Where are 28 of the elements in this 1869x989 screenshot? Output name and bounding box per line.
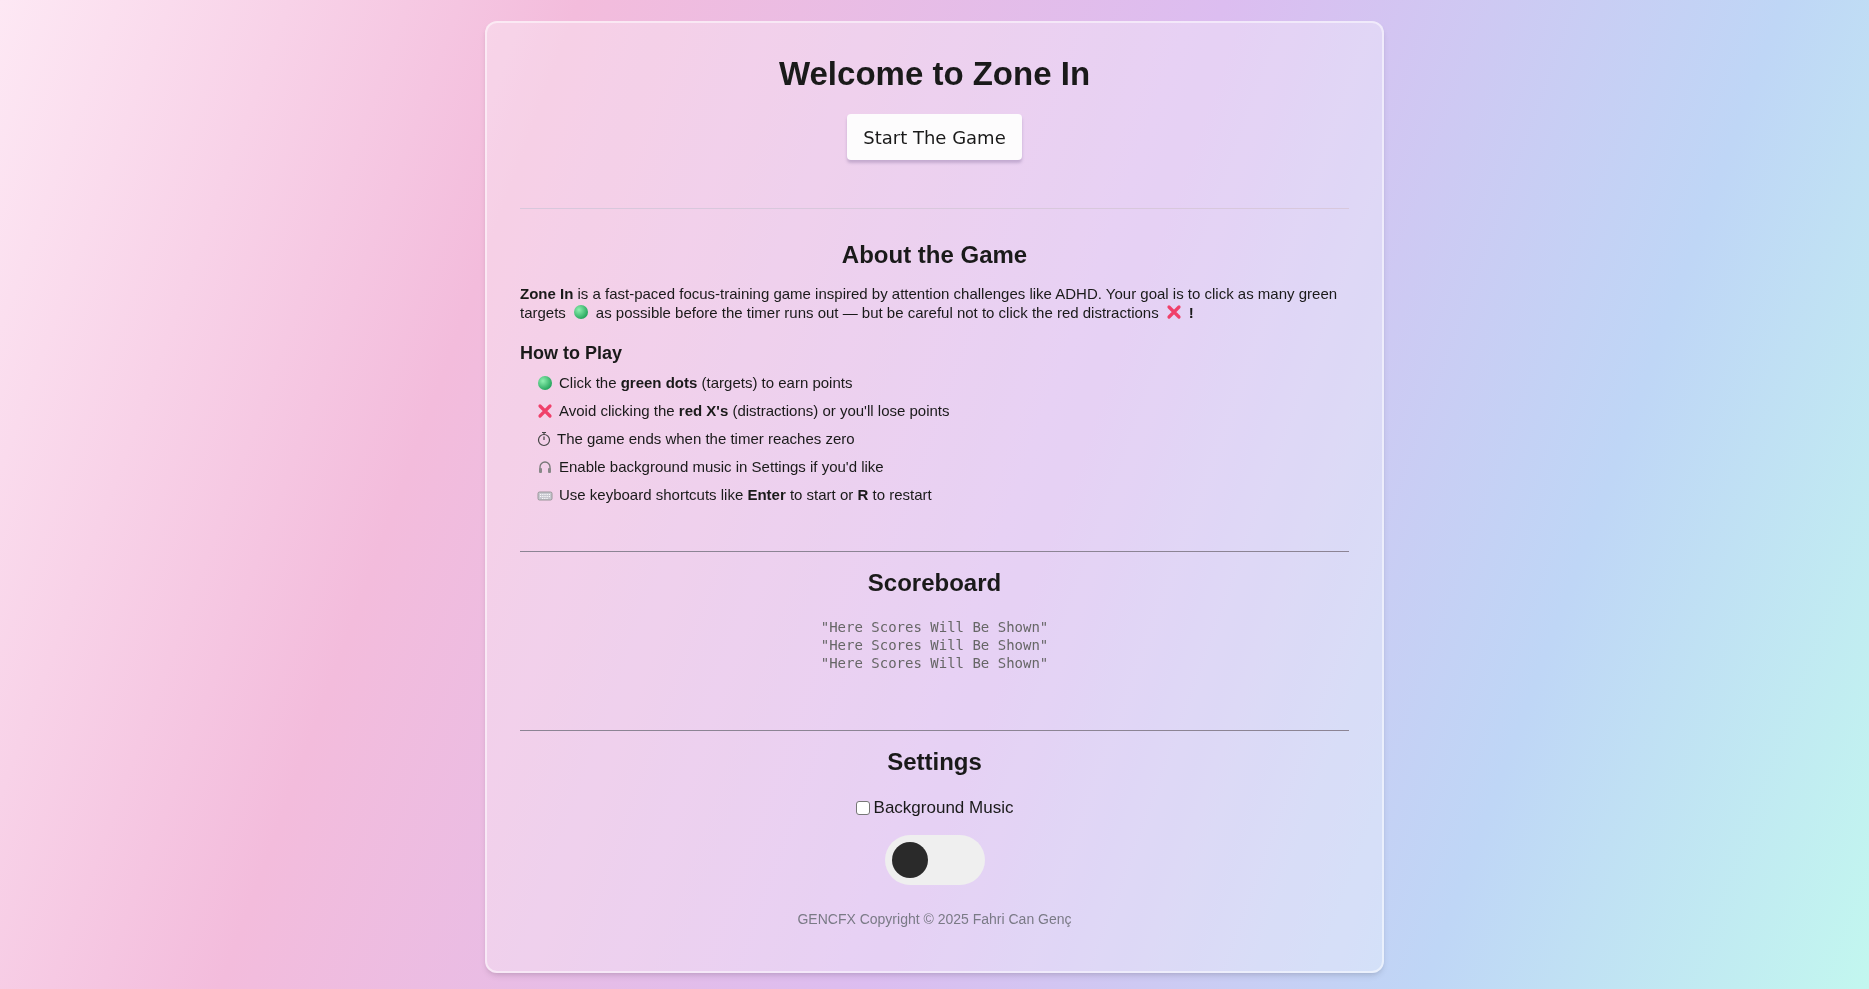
instruction-text: The game ends when the timer reaches zero xyxy=(557,428,855,449)
score-placeholder-text: "Here Scores Will Be Shown" xyxy=(820,654,1049,673)
section-heading: Settings xyxy=(887,747,982,778)
score-placeholder-text: "Here Scores Will Be Shown" xyxy=(820,618,1049,637)
checkbox[interactable] xyxy=(855,801,870,816)
intro-text: ! xyxy=(1188,304,1194,322)
footer-text: GENCFX Copyright © 2025 Fahri Can Genç xyxy=(797,910,1072,930)
headphones-icon xyxy=(537,458,553,475)
instruction-text: Avoid clicking the red X's (distractions) or you'll lose points xyxy=(559,400,950,421)
instruction-text: Click the green dots (targets) to earn points xyxy=(559,372,853,393)
score-placeholder-text: "Here Scores Will Be Shown" xyxy=(820,636,1049,655)
toggle-switch[interactable] xyxy=(884,835,985,886)
instruction-text: Enable background music in Settings if you'd like xyxy=(559,456,884,477)
intro-text: as possible before the timer runs out — but be careful not to click the red distractions xyxy=(595,304,1159,322)
dot-icon xyxy=(572,304,589,321)
subheading: How to Play xyxy=(520,342,623,366)
section-heading: About the Game xyxy=(841,240,1028,271)
x-icon xyxy=(537,402,553,419)
intro-text: targets xyxy=(520,304,566,322)
section-heading: Scoreboard xyxy=(867,568,1002,599)
instruction-text: Use keyboard shortcuts like Enter to start or R to restart xyxy=(559,484,932,505)
stopwatch-icon xyxy=(537,430,551,447)
page-title: Welcome to Zone In xyxy=(778,54,1091,94)
dot-icon xyxy=(537,374,553,391)
start-button[interactable]: Start The Game xyxy=(847,114,1022,161)
checkbox-label: Background Music xyxy=(873,797,1014,820)
intro-text: Zone In is a fast-paced focus-training game inspired by attention challenges like ADHD. Your goal is to click as many green xyxy=(520,285,1338,303)
x-icon xyxy=(1165,304,1182,321)
